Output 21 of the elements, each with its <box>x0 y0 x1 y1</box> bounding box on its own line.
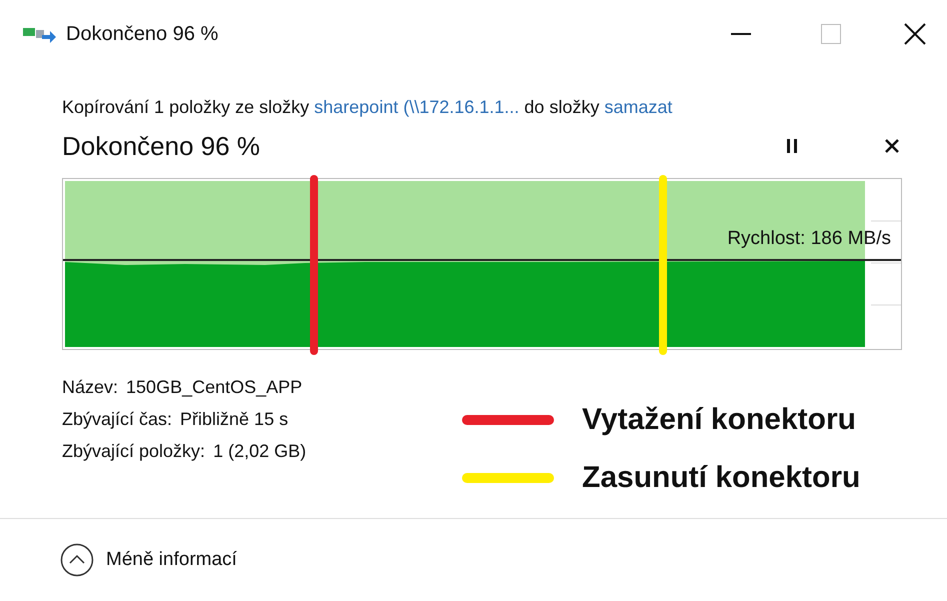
detail-label: Název: <box>62 376 118 399</box>
copy-description: Kopírování 1 položky ze složky sharepoint (\\172.16.1.1... do složky samazat <box>62 96 674 119</box>
detail-value: Přibližně 15 s <box>180 408 288 431</box>
detail-label: Zbývající čas: <box>62 408 172 431</box>
progress-heading: Dokončeno 96 % <box>62 130 260 163</box>
detail-value: 1 (2,02 GB) <box>213 440 306 463</box>
legend-label: Vytažení konektoru <box>582 402 856 438</box>
pause-icon <box>786 138 798 154</box>
close-icon <box>885 139 899 154</box>
window-title: Dokončeno 96 % <box>66 22 218 47</box>
close-icon <box>904 22 926 45</box>
minimize-icon <box>731 32 751 35</box>
maximize-icon <box>821 24 841 44</box>
less-info-toggle[interactable]: Méně informací <box>60 542 237 577</box>
source-link[interactable]: sharepoint (\\172.16.1.1... <box>314 96 520 117</box>
chevron-up-icon <box>60 542 94 577</box>
detail-label: Zbývající položky: <box>62 440 206 463</box>
legend-label: Zasunutí konektoru <box>582 460 860 496</box>
detail-value: 150GB_CentOS_APP <box>126 376 302 399</box>
speed-label: Rychlost: 186 MB/s <box>727 226 891 251</box>
target-link[interactable]: samazat <box>604 96 672 117</box>
